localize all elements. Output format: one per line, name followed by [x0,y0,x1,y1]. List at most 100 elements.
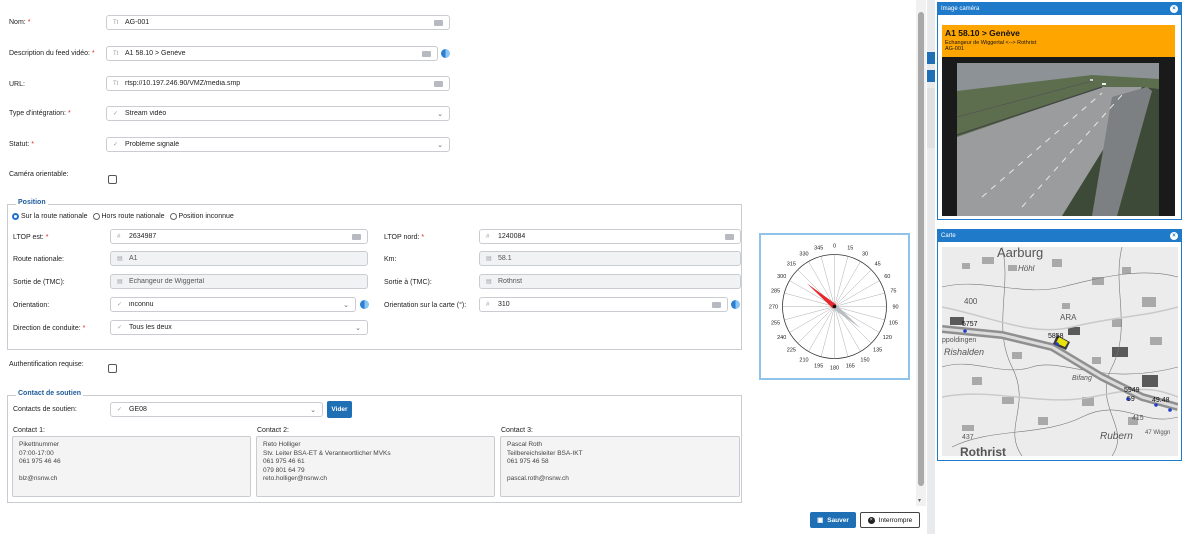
compass-spoke [789,306,835,333]
compass-label: 60 [884,274,890,280]
orientation-select[interactable]: ✓ inconnu ⌄ [110,297,356,312]
map-label-hohl: Höhl [1018,264,1035,273]
compass-spoke [834,261,861,307]
compass-spoke [808,261,835,307]
clear-icon[interactable] [422,50,431,57]
clear-icon[interactable] [725,233,734,240]
contacts-select[interactable]: ✓ GE08 ⌄ [110,402,323,417]
direction-select[interactable]: ✓ Tous les deux ⌄ [110,320,368,335]
close-icon[interactable]: × [1170,232,1178,240]
compass-hub [832,304,837,309]
contact3-line: 061 975 46 58 [507,458,549,465]
ltop-est-label: LTOP est: * [13,234,49,241]
vider-button[interactable]: Vider [327,401,352,418]
ltop-nord-label: LTOP nord: * [384,234,425,241]
contact2-line: Stv. Leiter BSA-ET & Verantwortlicher MV… [263,449,391,457]
km-marker-5858[interactable]: 5858 [1048,333,1064,340]
orientable-checkbox[interactable] [108,175,117,184]
contact3-email: pascal.roth@nsnw.ch [507,475,569,482]
scroll-down-arrow[interactable]: ▾ [918,497,921,504]
clear-icon[interactable] [712,301,721,308]
desc-input[interactable]: Tt A1 58.10 > Genève [106,46,438,61]
url-input[interactable]: Tt rtsp://10.197.246.90/VMZ/media.smp [106,76,450,91]
side-tab[interactable] [927,70,935,82]
compass-label: 210 [799,357,808,363]
orientable-label: Caméra orientable: [9,171,69,178]
chevron-down-icon: ⌄ [355,324,361,332]
clear-icon[interactable] [352,233,361,240]
route-label: Route nationale: [13,256,64,263]
compass-label: 330 [799,252,808,258]
compass-label: 225 [787,348,796,354]
radio-off-route[interactable]: Hors route nationale [92,213,165,220]
contact2-box: Reto Holliger Stv. Leiter BSA-ET & Veran… [256,436,495,497]
compass-spoke [834,269,872,307]
side-tab[interactable] [927,52,935,64]
info-icon[interactable] [360,300,369,309]
interrupt-label: Interrompre [878,516,913,524]
contact2-email: reto.holliger@nsnw.ch [263,475,328,482]
km-marker-4948[interactable]: 49.48 [1152,397,1170,404]
statut-select[interactable]: ✓ Problème signalé ⌄ [106,137,450,152]
position-radio-group: Sur la route nationale Hors route nation… [12,213,234,220]
radio-unknown[interactable]: Position inconnue [169,213,234,220]
camera-code: AG-001 [945,46,964,52]
contact3-line: Teilbereichsleiter BSA-IKT [507,449,583,457]
map-label-ara: ARA [1060,313,1077,322]
camera-banner: A1 58.10 > Genève Echangeur de Wiggertal… [942,25,1175,57]
contact3-label: Contact 3: [501,427,533,434]
auth-checkbox[interactable] [108,364,117,373]
contact2-line: 079 801 64 79 [263,466,305,474]
clear-icon[interactable] [434,80,443,87]
compass-label: 75 [890,289,896,295]
map-label-aarburg: Aarburg [997,247,1044,260]
compass-label: 285 [771,289,780,295]
side-tab[interactable] [927,88,935,148]
km-marker-5949[interactable]: 5949 [1124,387,1140,394]
contact1-box: Pikettnummer 07:00-17:00 061 975 46 46 b… [12,436,251,497]
side-gutter [927,0,935,534]
save-label: Sauver [827,516,849,524]
compass-dial[interactable]: 0 15 30 45 60 75 90 105 120 135 150 165 180 195 210225… [761,235,908,378]
compass-label: 105 [889,320,898,326]
scrollbar-track[interactable]: ▾ [916,0,926,506]
type-select[interactable]: ✓ Stream vidéo ⌄ [106,106,450,121]
km-marker-59[interactable]: 59 [1127,396,1135,403]
compass-spoke [834,306,861,352]
nom-input[interactable]: Tt AG-001 [106,15,450,30]
compass-spoke [797,306,835,344]
scrollbar-thumb[interactable] [918,12,924,486]
map-label-400: 400 [964,297,978,306]
contact1-email: blz@nsnw.ch [19,475,58,482]
map-label-rishalden: Rishalden [944,347,985,357]
statut-label: Statut: * [9,141,34,148]
compass-label: 90 [892,305,898,311]
clear-icon[interactable] [434,19,443,26]
chevron-down-icon: ⌄ [437,141,443,149]
radio-on-route[interactable]: Sur la route nationale [12,213,88,220]
contacts-label: Contacts de soutien: [13,406,77,413]
compass-label: 0 [833,244,836,250]
ltop-nord-input[interactable]: #1240084 [479,229,741,244]
ltop-est-input[interactable]: #2634987 [110,229,368,244]
map-label-415: 415 [1132,415,1144,422]
compass-label: 15 [847,246,853,252]
orient-carte-label: Orientation sur la carte (°): [384,302,467,309]
save-button[interactable]: ▣ Sauver [810,512,856,528]
map-view[interactable]: Aarburg Höhl 400 ARA ppoldingen Rishalde… [942,247,1178,456]
camera-title: A1 58.10 > Genève [945,28,1020,38]
info-icon[interactable] [731,300,740,309]
orientation-label: Orientation: [13,302,50,309]
orient-carte-input[interactable]: #310 [479,297,728,312]
compass-label: 150 [860,357,869,363]
compass-label: 240 [777,335,786,341]
interrupt-button[interactable]: × Interrompre [860,512,920,528]
cancel-icon: × [867,516,875,524]
km-input: ▤ 58.1 [479,251,741,266]
floppy-icon: ▣ [817,517,824,524]
camera-panel-header: Image caméra [938,3,1181,15]
close-icon[interactable]: × [1170,5,1178,13]
info-icon[interactable] [441,49,450,58]
compass-widget[interactable]: 0 15 30 45 60 75 90 105 120 135 150 165 180 195 210 225… [759,233,910,380]
km-marker-5757[interactable]: 5757 [962,321,978,328]
